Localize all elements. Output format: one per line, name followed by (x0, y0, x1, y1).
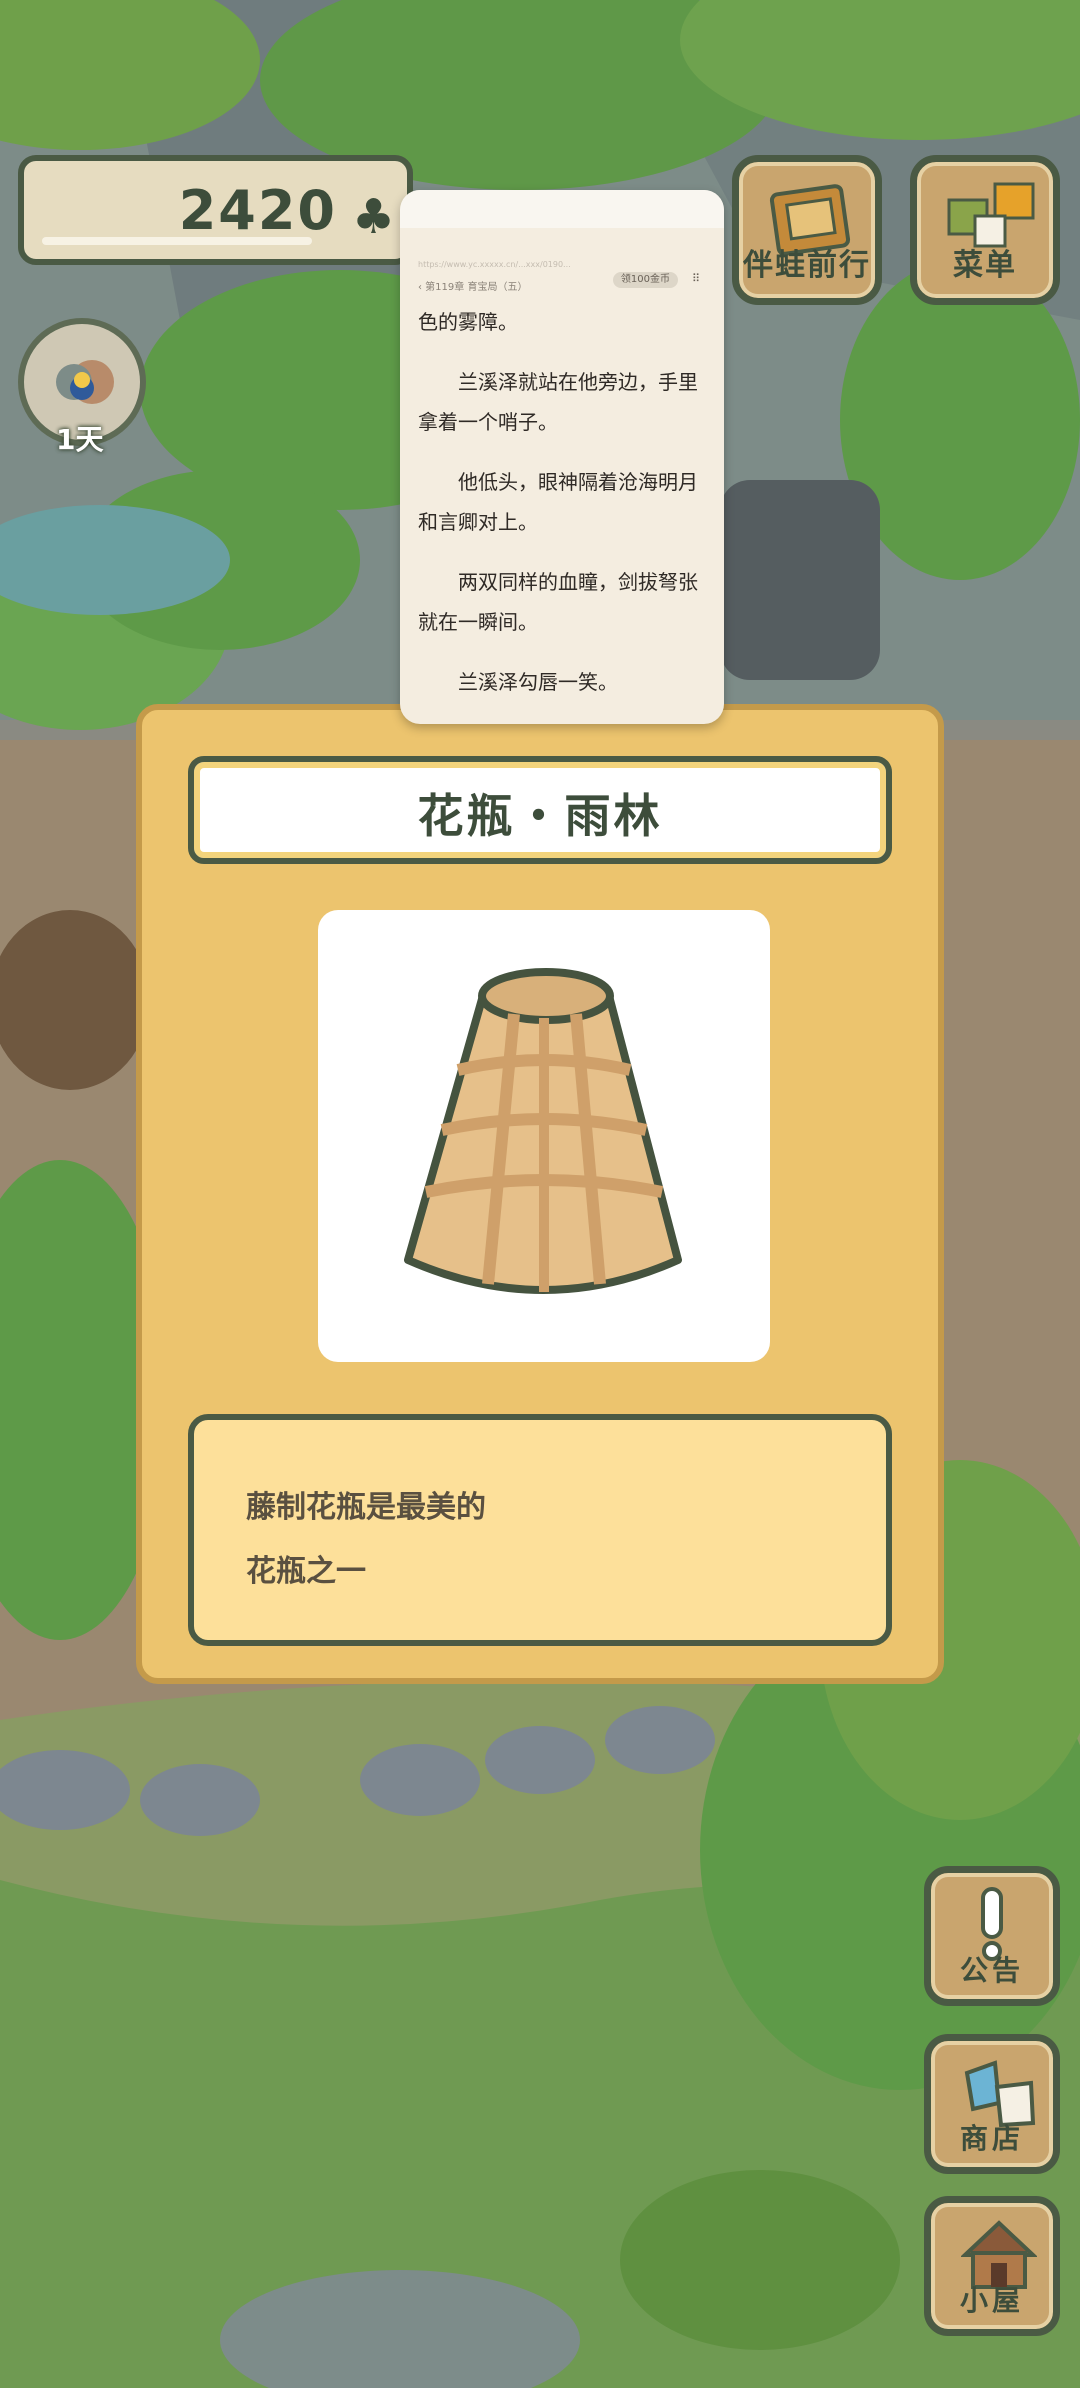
reader-menu-icon[interactable]: ⠿ (692, 272, 700, 285)
reader-chapter-link[interactable]: ‹ 第119章 育宝局（五） (418, 278, 527, 293)
reader-paragraph: 两双同样的血瞳，剑拔弩张就在一瞬间。 (418, 570, 698, 634)
companion-button[interactable]: 伴蛙前行 (732, 155, 882, 305)
reader-paragraph: 兰溪泽勾唇一笑。 (458, 670, 618, 694)
clover-count: 2420 (178, 179, 337, 242)
reader-popup-window[interactable]: https://www.yc.xxxxx.cn/...xxx/0190... ‹… (400, 190, 724, 724)
reader-paragraph: 兰溪泽就站在他旁边，手里拿着一个哨子。 (418, 370, 698, 434)
companion-label: 伴蛙前行 (743, 248, 871, 283)
reader-body: 色的雾障。 兰溪泽就站在他旁边，手里拿着一个哨子。 他低头，眼神隔着沧海明月和言… (418, 302, 708, 722)
reader-url: https://www.yc.xxxxx.cn/...xxx/0190... (418, 260, 571, 269)
item-detail-card[interactable]: 花瓶・雨林 藤制花瓶是最美的 花瓶之一 (136, 704, 944, 1684)
notice-label: 公告 (959, 1954, 1024, 1987)
clover-counter: 2420 ♣ (18, 155, 413, 265)
clover-icon: ♣ (351, 189, 395, 245)
shop-label: 商店 (959, 2122, 1024, 2155)
house-label: 小屋 (959, 2284, 1024, 2317)
house-button[interactable]: 小屋 (924, 2196, 1060, 2336)
description-line-2: 花瓶之一 (246, 1554, 366, 1589)
item-description: 藤制花瓶是最美的 花瓶之一 (246, 1476, 486, 1604)
item-image-frame (318, 910, 770, 1362)
reader-paragraph: 色的雾障。 (418, 310, 518, 334)
game-scene: 2420 ♣ 1天 伴蛙前行 菜单 公告 商店 小屋 花瓶・雨林 藤制花瓶是最美… (0, 0, 1080, 2388)
menu-button[interactable]: 菜单 (910, 155, 1060, 305)
item-title: 花瓶・雨林 (417, 789, 663, 843)
item-description-box: 藤制花瓶是最美的 花瓶之一 (188, 1414, 892, 1646)
notice-button[interactable]: 公告 (924, 1866, 1060, 2006)
rattan-vase-icon (404, 968, 682, 1294)
reader-coin-pill[interactable]: 领100金币 (612, 272, 678, 288)
day-counter: 1天 (56, 423, 104, 456)
item-title-box: 花瓶・雨林 (188, 756, 892, 864)
frog-avatar-icon (56, 360, 114, 404)
description-line-1: 藤制花瓶是最美的 (246, 1490, 486, 1525)
counter-bar (42, 237, 312, 245)
reader-top-strip (400, 190, 724, 228)
shop-button[interactable]: 商店 (924, 2034, 1060, 2174)
menu-label: 菜单 (953, 248, 1017, 283)
reader-paragraph: 他低头，眼神隔着沧海明月和言卿对上。 (418, 470, 698, 534)
